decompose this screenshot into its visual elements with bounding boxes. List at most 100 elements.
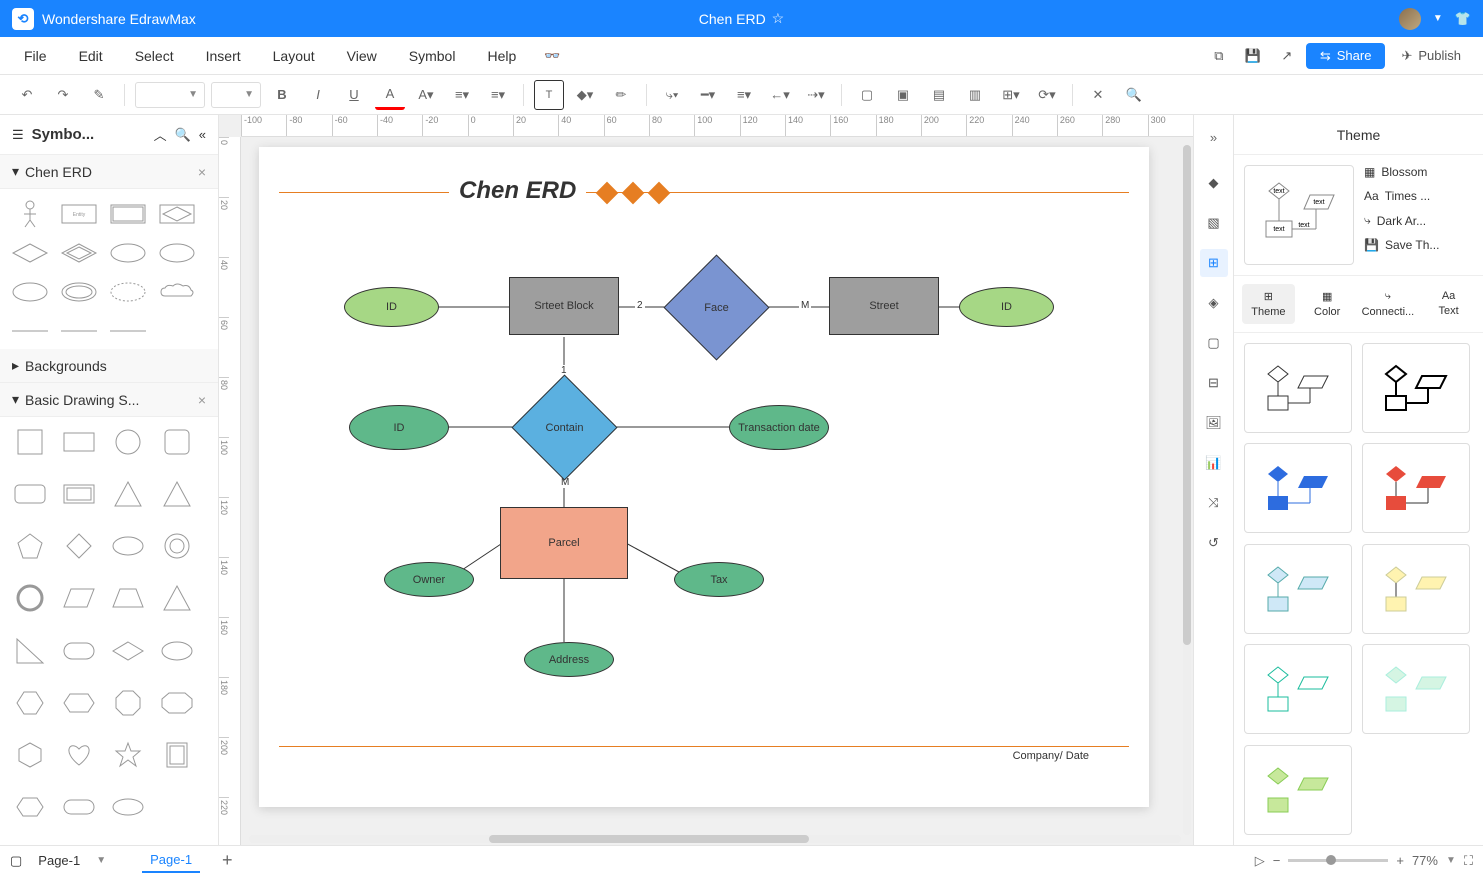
shape-oct2[interactable] [155, 686, 198, 719]
shuffle-tool-icon[interactable]: ⤨ [1200, 489, 1228, 517]
theme-card[interactable] [1244, 745, 1352, 835]
shape-derived[interactable] [106, 275, 149, 308]
tab-text[interactable]: AaText [1422, 284, 1475, 324]
present-tool-icon[interactable]: ▢ [1200, 329, 1228, 357]
shape-rect[interactable] [57, 425, 100, 458]
zoom-level[interactable]: 77% [1412, 853, 1438, 868]
theme-connector-button[interactable]: ⤷Dark Ar... [1364, 213, 1473, 228]
shape-weak-relationship[interactable] [57, 236, 100, 269]
line-spacing-button[interactable]: ≡▾ [483, 80, 513, 110]
shape-ell2[interactable] [155, 634, 198, 667]
theme-card[interactable] [1244, 544, 1352, 634]
node-srteet-block[interactable]: Srteet Block [509, 277, 619, 335]
shape-righttri[interactable] [8, 634, 51, 667]
tab-connector[interactable]: ⤷Connecti... [1360, 284, 1417, 324]
add-page-button[interactable]: + [208, 850, 247, 871]
distribute-button[interactable]: ⊞▾ [996, 80, 1026, 110]
theme-card[interactable] [1244, 443, 1352, 533]
shape-oct[interactable] [106, 686, 149, 719]
rotate-button[interactable]: ⟳▾ [1032, 80, 1062, 110]
tab-color[interactable]: ▦Color [1301, 284, 1354, 324]
user-avatar[interactable] [1399, 8, 1421, 30]
library-icon[interactable]: ☰ [12, 127, 24, 143]
shape-weak-entity[interactable] [106, 197, 149, 230]
shape-pill2[interactable] [57, 791, 100, 824]
node-parcel[interactable]: Parcel [500, 507, 628, 579]
theme-card[interactable] [1362, 443, 1470, 533]
shape-doublerect[interactable] [57, 477, 100, 510]
redo-button[interactable]: ↷ [48, 80, 78, 110]
pages-icon[interactable]: ▢ [10, 853, 22, 869]
node-tax[interactable]: Tax [674, 562, 764, 597]
shape-hex3[interactable] [8, 791, 51, 824]
node-address[interactable]: Address [524, 642, 614, 677]
diagram-title[interactable]: Chen ERD [449, 177, 586, 205]
italic-button[interactable]: I [303, 80, 333, 110]
line-weight-button[interactable]: ≡▾ [729, 80, 759, 110]
hide-panel-icon[interactable]: « [199, 127, 206, 142]
shape-line3[interactable] [106, 314, 149, 347]
shape-tri3[interactable] [155, 582, 198, 615]
theme-card[interactable] [1244, 343, 1352, 433]
shape-diamond2[interactable] [106, 634, 149, 667]
shape-ell3[interactable] [106, 791, 149, 824]
fill-tool-icon[interactable]: ◆ [1200, 169, 1228, 197]
canvas-area[interactable]: -100-80-60-40-20020406080100120140160180… [219, 115, 1193, 845]
shape-entity[interactable]: Entity [57, 197, 100, 230]
line-style-button[interactable]: ━▾ [693, 80, 723, 110]
shape-roundrect[interactable] [8, 477, 51, 510]
export-icon[interactable]: ↗ [1272, 41, 1302, 71]
font-size-select[interactable]: ▼ [211, 82, 261, 108]
undo-button[interactable]: ↶ [12, 80, 42, 110]
fill-button[interactable]: ◆▾ [570, 80, 600, 110]
avatar-dropdown-icon[interactable]: ▼ [1433, 13, 1443, 24]
page-tab[interactable]: Page-1 [142, 848, 200, 873]
section-chen-erd[interactable]: ▾ Chen ERD × [0, 155, 218, 189]
zoom-dropdown-icon[interactable]: ▼ [1446, 855, 1456, 866]
publish-button[interactable]: ✈Publish [1389, 43, 1473, 69]
node-id2[interactable]: ID [959, 287, 1054, 327]
menu-insert[interactable]: Insert [192, 42, 255, 70]
underline-button[interactable]: U [339, 80, 369, 110]
page-dropdown-icon[interactable]: ▼ [96, 855, 106, 866]
shape-doc[interactable] [155, 739, 198, 772]
close-section-icon[interactable]: × [198, 164, 206, 180]
shape-triangle[interactable] [106, 477, 149, 510]
shape-cloud[interactable] [155, 275, 198, 308]
node-owner[interactable]: Owner [384, 562, 474, 597]
shape-tool-icon[interactable]: ▧ [1200, 209, 1228, 237]
font-family-select[interactable]: ▼ [135, 82, 205, 108]
shape-attribute3[interactable] [8, 275, 51, 308]
zoom-in-icon[interactable]: + [1396, 853, 1404, 868]
shape-pill[interactable] [57, 634, 100, 667]
expand-panel-icon[interactable]: » [1200, 123, 1228, 151]
group4-button[interactable]: ▥ [960, 80, 990, 110]
shape-roundsquare[interactable] [155, 425, 198, 458]
history-tool-icon[interactable]: ↺ [1200, 529, 1228, 557]
shape-associative[interactable] [155, 197, 198, 230]
shape-line2[interactable] [57, 314, 100, 347]
shape-relationship[interactable] [8, 236, 51, 269]
tools-button[interactable]: ✕ [1083, 80, 1113, 110]
shape-pentagon[interactable] [8, 530, 51, 563]
menu-edit[interactable]: Edit [65, 42, 117, 70]
shape-star[interactable] [106, 739, 149, 772]
theme-card[interactable] [1362, 644, 1470, 734]
node-street[interactable]: Street [829, 277, 939, 335]
connector-button[interactable]: ⤷▾ [657, 80, 687, 110]
font-color-button[interactable]: A [375, 80, 405, 110]
image-tool-icon[interactable]: 🖼 [1200, 409, 1228, 437]
menu-view[interactable]: View [333, 42, 391, 70]
group2-button[interactable]: ▣ [888, 80, 918, 110]
save-icon[interactable]: 💾 [1238, 41, 1268, 71]
shape-hex2[interactable] [57, 686, 100, 719]
group1-button[interactable]: ▢ [852, 80, 882, 110]
shape-heart[interactable] [57, 739, 100, 772]
theme-card[interactable] [1362, 343, 1470, 433]
format-painter-button[interactable]: ✎ [84, 80, 114, 110]
bold-button[interactable]: B [267, 80, 297, 110]
theme-font-button[interactable]: AaTimes ... [1364, 189, 1473, 203]
shape-line[interactable] [8, 314, 51, 347]
shape-dblcircle[interactable] [8, 582, 51, 615]
theme-tool-icon[interactable]: ⊞ [1200, 249, 1228, 277]
